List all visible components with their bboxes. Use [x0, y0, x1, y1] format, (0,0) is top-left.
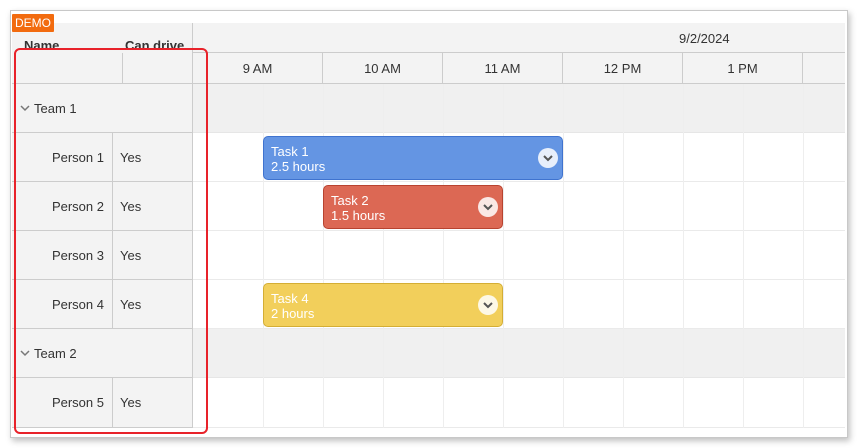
hour-header: 11 AM [443, 53, 563, 84]
chevron-down-icon[interactable] [20, 103, 30, 113]
row-header-cell[interactable]: Person 2 Yes [12, 182, 193, 231]
resource-name: Person 3 [12, 231, 113, 279]
event-duration: 2.5 hours [271, 159, 326, 174]
event-menu-button[interactable] [478, 197, 498, 217]
event-menu-button[interactable] [538, 148, 558, 168]
grid-line [743, 84, 744, 428]
column-separator[interactable] [122, 53, 123, 84]
resource-name: Person 5 [12, 378, 113, 427]
hour-header [803, 53, 845, 84]
event-title: Task 2 [331, 193, 369, 208]
timeline-header: 9/2/2024 9 AM 10 AM 11 AM 12 PM 1 PM [193, 23, 845, 84]
demo-badge: DEMO [12, 14, 54, 32]
event-menu-button[interactable] [478, 295, 498, 315]
group-row-team-1: Team 1 [12, 84, 845, 133]
chevron-down-icon [483, 204, 493, 211]
resource-row-person-5: Person 5 Yes [12, 378, 845, 428]
event-task-4[interactable]: Task 4 2 hours [263, 283, 503, 327]
hour-header: 12 PM [563, 53, 683, 84]
hour-header: 1 PM [683, 53, 803, 84]
grid-line [683, 84, 684, 428]
resource-name: Person 1 [12, 133, 113, 181]
resource-name: Person 4 [12, 280, 113, 328]
can-drive-value: Yes [120, 247, 142, 263]
grid-line [563, 84, 564, 428]
hour-header: 9 AM [193, 53, 323, 84]
chevron-down-icon [543, 155, 553, 162]
date-header: 9/2/2024 [193, 23, 845, 53]
can-drive-value: Yes [120, 296, 142, 312]
grid-line [263, 84, 264, 428]
event-duration: 2 hours [271, 306, 315, 321]
date-label: 9/2/2024 [679, 31, 730, 46]
event-task-2[interactable]: Task 2 1.5 hours [323, 185, 503, 229]
event-task-1[interactable]: Task 1 2.5 hours [263, 136, 563, 180]
group-label: Team 1 [34, 100, 77, 116]
timeline-row[interactable] [193, 231, 845, 280]
event-title: Task 1 [271, 144, 309, 159]
row-header-cell[interactable]: Person 4 Yes [12, 280, 193, 329]
resource-row-person-3: Person 3 Yes [12, 231, 845, 280]
row-header-cell[interactable]: Team 2 [12, 329, 193, 378]
row-header-cell[interactable]: Team 1 [12, 84, 193, 133]
event-duration: 1.5 hours [331, 208, 386, 223]
column-header-name[interactable]: Name [24, 30, 122, 61]
event-title: Task 4 [271, 291, 309, 306]
chevron-down-icon[interactable] [20, 348, 30, 358]
row-header-cell[interactable]: Person 3 Yes [12, 231, 193, 280]
resource-name: Person 2 [12, 182, 113, 230]
row-header-cell[interactable]: Person 5 Yes [12, 378, 193, 428]
chevron-down-icon [483, 302, 493, 309]
timeline-row[interactable] [193, 182, 845, 231]
group-row-team-2: Team 2 [12, 329, 845, 378]
can-drive-value: Yes [120, 395, 142, 410]
hour-header: 10 AM [323, 53, 443, 84]
grid-line [623, 84, 624, 428]
group-label: Team 2 [34, 345, 77, 361]
timeline-row[interactable] [193, 84, 845, 133]
can-drive-value: Yes [120, 149, 142, 165]
row-header-cell[interactable]: Person 1 Yes [12, 133, 193, 182]
timeline-row[interactable] [193, 378, 845, 428]
can-drive-value: Yes [120, 198, 142, 214]
grid-line [803, 84, 804, 428]
timeline-row[interactable] [193, 329, 845, 378]
